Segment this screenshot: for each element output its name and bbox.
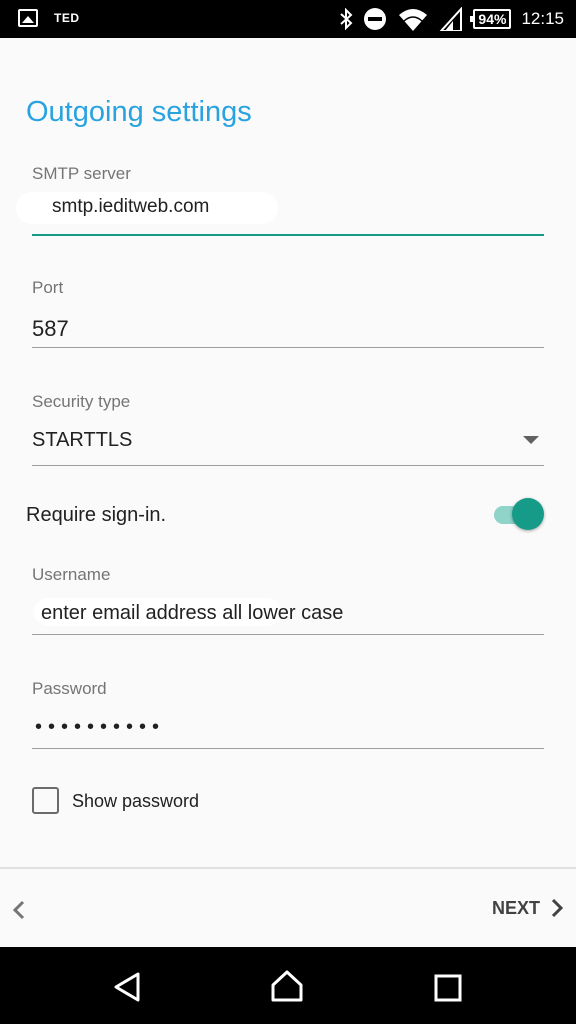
smtp-server-input[interactable]: smtp.ieditweb.com	[52, 196, 209, 218]
bluetooth-icon	[340, 8, 353, 30]
image-icon	[18, 9, 38, 27]
show-password-checkbox[interactable]	[32, 787, 59, 814]
signal-icon	[440, 7, 463, 31]
username-input[interactable]: enter email address all lower case	[41, 602, 343, 625]
require-signin-toggle[interactable]	[492, 498, 546, 532]
battery-icon: 94%	[470, 9, 512, 29]
page-title: Outgoing settings	[26, 96, 252, 128]
do-not-disturb-icon	[364, 8, 387, 30]
smtp-server-label: SMTP server	[32, 164, 131, 183]
back-chevron-icon[interactable]	[10, 899, 28, 921]
next-button-label: NEXT	[491, 897, 540, 918]
toggle-thumb	[512, 498, 544, 530]
nav-home-icon[interactable]	[270, 969, 304, 1003]
clock: 12:15	[521, 9, 564, 28]
username-label: Username	[32, 565, 111, 584]
wifi-icon	[399, 9, 428, 31]
carrier-label: TED	[54, 11, 80, 25]
password-input[interactable]: ••••••••••	[35, 716, 165, 739]
security-type-underline	[32, 465, 544, 466]
password-label: Password	[32, 679, 107, 698]
system-nav-bar	[0, 947, 576, 1024]
username-underline	[32, 634, 544, 635]
status-bar: TED 94% 12:15	[0, 0, 576, 38]
security-type-select[interactable]: STARTTLS	[32, 429, 132, 452]
nav-recents-icon[interactable]	[434, 974, 462, 1002]
password-underline	[32, 748, 544, 749]
dropdown-arrow-icon[interactable]	[523, 436, 539, 444]
smtp-server-underline	[32, 234, 544, 236]
show-password-label[interactable]: Show password	[72, 791, 199, 812]
next-button[interactable]: NEXT	[492, 897, 564, 919]
security-type-label: Security type	[32, 392, 131, 411]
chevron-right-icon	[551, 898, 564, 918]
footer-bar: NEXT	[0, 869, 576, 947]
port-label: Port	[32, 278, 64, 297]
nav-back-icon[interactable]	[112, 971, 142, 1003]
port-input[interactable]: 587	[32, 316, 69, 342]
require-signin-label: Require sign-in.	[26, 504, 167, 526]
port-underline	[32, 347, 544, 348]
